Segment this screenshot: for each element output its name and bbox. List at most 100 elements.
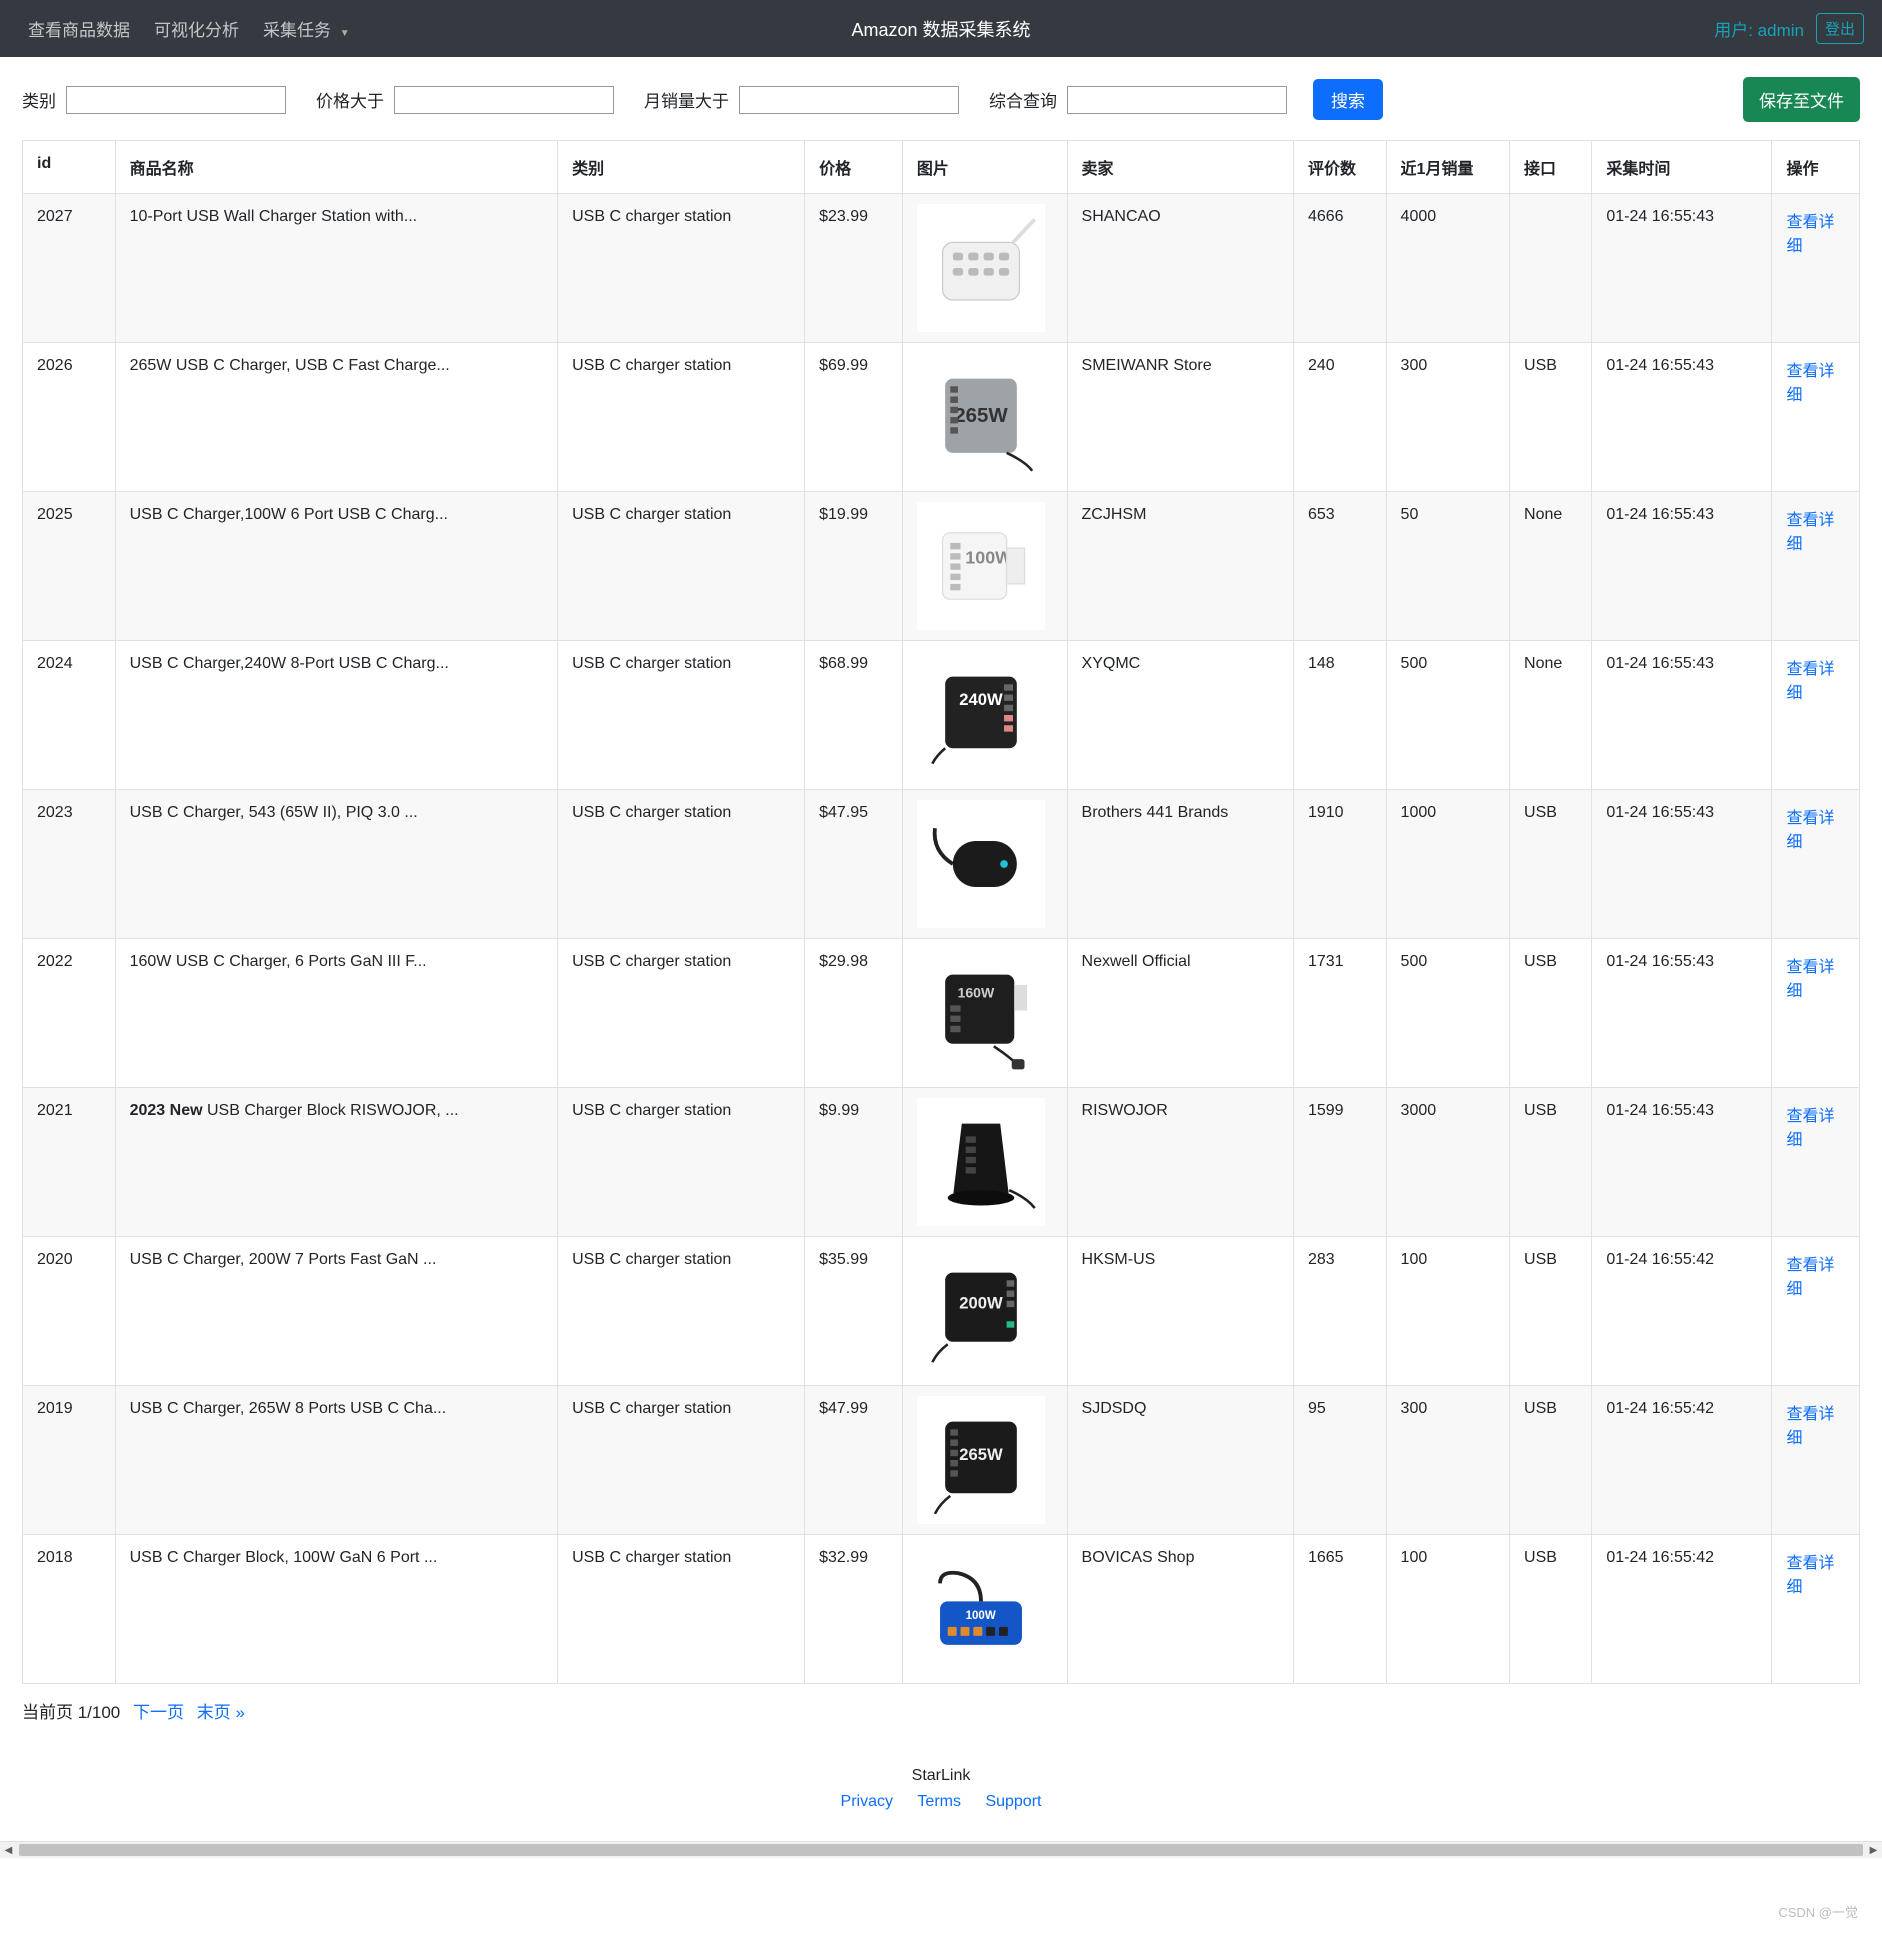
- cell-price: $47.99: [805, 1386, 903, 1535]
- view-detail-link[interactable]: 查看详细: [1786, 1555, 1834, 1596]
- cell-name: USB C Charger,240W 8-Port USB C Charg...: [115, 641, 558, 790]
- search-button[interactable]: 搜索: [1313, 79, 1383, 120]
- chevron-down-icon: ▼: [340, 28, 350, 39]
- save-to-file-button[interactable]: 保存至文件: [1743, 77, 1860, 122]
- product-image-icon: 265W: [917, 1396, 1045, 1524]
- product-image-icon: [917, 204, 1045, 332]
- next-page-link[interactable]: 下一页: [133, 1703, 184, 1722]
- cell-id: 2026: [23, 343, 116, 492]
- cell-image: 265W: [902, 1386, 1067, 1535]
- price-gt-label: 价格大于: [316, 87, 384, 112]
- cell-seller: BOVICAS Shop: [1067, 1535, 1293, 1684]
- cell-sales: 50: [1386, 492, 1509, 641]
- query-input[interactable]: [1067, 86, 1287, 114]
- cell-id: 2024: [23, 641, 116, 790]
- cell-id: 2022: [23, 939, 116, 1088]
- cell-image: 160W: [902, 939, 1067, 1088]
- cell-category: USB C charger station: [558, 492, 805, 641]
- product-image-icon: 100W: [917, 502, 1045, 630]
- nav-link-tasks[interactable]: 采集任务 ▼: [253, 10, 360, 47]
- cell-time: 01-24 16:55:43: [1592, 939, 1772, 1088]
- cell-action: 查看详细: [1772, 939, 1860, 1088]
- view-detail-link[interactable]: 查看详细: [1786, 1257, 1834, 1298]
- cell-name: 2023 New USB Charger Block RISWOJOR, ...: [115, 1088, 558, 1237]
- cell-reviews: 653: [1293, 492, 1386, 641]
- view-detail-link[interactable]: 查看详细: [1786, 512, 1834, 553]
- cell-image: [902, 1088, 1067, 1237]
- logout-button[interactable]: 登出: [1816, 13, 1864, 44]
- cell-reviews: 95: [1293, 1386, 1386, 1535]
- cell-seller: Nexwell Official: [1067, 939, 1293, 1088]
- view-detail-link[interactable]: 查看详细: [1786, 214, 1834, 255]
- cell-id: 2021: [23, 1088, 116, 1237]
- cell-action: 查看详细: [1772, 492, 1860, 641]
- scrollbar-track[interactable]: [17, 1842, 1865, 1858]
- scroll-right-arrow-icon[interactable]: ▶: [1865, 1842, 1882, 1859]
- scroll-left-arrow-icon[interactable]: ◀: [0, 1842, 17, 1859]
- cell-time: 01-24 16:55:43: [1592, 790, 1772, 939]
- cell-action: 查看详细: [1772, 1088, 1860, 1237]
- view-detail-link[interactable]: 查看详细: [1786, 810, 1834, 851]
- table-row: 2025 USB C Charger,100W 6 Port USB C Cha…: [23, 492, 1860, 641]
- cell-time: 01-24 16:55:43: [1592, 641, 1772, 790]
- svg-text:100W: 100W: [966, 1610, 996, 1622]
- cell-action: 查看详细: [1772, 1237, 1860, 1386]
- th-port: 接口: [1510, 141, 1592, 194]
- footer: StarLink Privacy Terms Support: [0, 1747, 1882, 1841]
- cell-price: $23.99: [805, 194, 903, 343]
- cell-id: 2023: [23, 790, 116, 939]
- cell-sales: 100: [1386, 1237, 1509, 1386]
- cell-seller: Brothers 441 Brands: [1067, 790, 1293, 939]
- last-page-link[interactable]: 末页 »: [197, 1703, 245, 1722]
- category-input[interactable]: [66, 86, 286, 114]
- cell-id: 2025: [23, 492, 116, 641]
- cell-id: 2027: [23, 194, 116, 343]
- cell-port: [1510, 194, 1592, 343]
- cell-image: 100W: [902, 1535, 1067, 1684]
- th-action: 操作: [1772, 141, 1860, 194]
- cell-name: 10-Port USB Wall Charger Station with...: [115, 194, 558, 343]
- product-image-icon: [917, 1098, 1045, 1226]
- view-detail-link[interactable]: 查看详细: [1786, 363, 1834, 404]
- th-reviews: 评价数: [1293, 141, 1386, 194]
- cell-price: $9.99: [805, 1088, 903, 1237]
- cell-price: $29.98: [805, 939, 903, 1088]
- cell-time: 01-24 16:55:42: [1592, 1237, 1772, 1386]
- th-price: 价格: [805, 141, 903, 194]
- cell-name: 160W USB C Charger, 6 Ports GaN III F...: [115, 939, 558, 1088]
- cell-category: USB C charger station: [558, 1535, 805, 1684]
- cell-port: USB: [1510, 1535, 1592, 1684]
- cell-id: 2018: [23, 1535, 116, 1684]
- svg-text:265W: 265W: [954, 404, 1008, 427]
- cell-price: $35.99: [805, 1237, 903, 1386]
- cell-action: 查看详细: [1772, 1386, 1860, 1535]
- view-detail-link[interactable]: 查看详细: [1786, 1406, 1834, 1447]
- horizontal-scrollbar[interactable]: ◀ ▶: [0, 1841, 1882, 1858]
- nav-link-visual[interactable]: 可视化分析: [144, 10, 249, 47]
- price-gt-input[interactable]: [394, 86, 614, 114]
- cell-seller: SHANCAO: [1067, 194, 1293, 343]
- cell-image: [902, 194, 1067, 343]
- cell-reviews: 1910: [1293, 790, 1386, 939]
- cell-reviews: 148: [1293, 641, 1386, 790]
- scrollbar-thumb[interactable]: [19, 1844, 1863, 1856]
- nav-link-products[interactable]: 查看商品数据: [18, 10, 140, 47]
- cell-reviews: 1599: [1293, 1088, 1386, 1237]
- cell-action: 查看详细: [1772, 641, 1860, 790]
- cell-port: None: [1510, 641, 1592, 790]
- sales-gt-input[interactable]: [739, 86, 959, 114]
- view-detail-link[interactable]: 查看详细: [1786, 661, 1834, 702]
- view-detail-link[interactable]: 查看详细: [1786, 1108, 1834, 1149]
- cell-reviews: 1731: [1293, 939, 1386, 1088]
- cell-image: 240W: [902, 641, 1067, 790]
- cell-id: 2020: [23, 1237, 116, 1386]
- footer-link-support[interactable]: Support: [985, 1793, 1041, 1810]
- view-detail-link[interactable]: 查看详细: [1786, 959, 1834, 1000]
- cell-sales: 1000: [1386, 790, 1509, 939]
- cell-name: USB C Charger, 200W 7 Ports Fast GaN ...: [115, 1237, 558, 1386]
- sales-gt-label: 月销量大于: [644, 87, 729, 112]
- cell-port: USB: [1510, 939, 1592, 1088]
- footer-link-privacy[interactable]: Privacy: [841, 1793, 893, 1810]
- footer-link-terms[interactable]: Terms: [917, 1793, 961, 1810]
- cell-category: USB C charger station: [558, 1237, 805, 1386]
